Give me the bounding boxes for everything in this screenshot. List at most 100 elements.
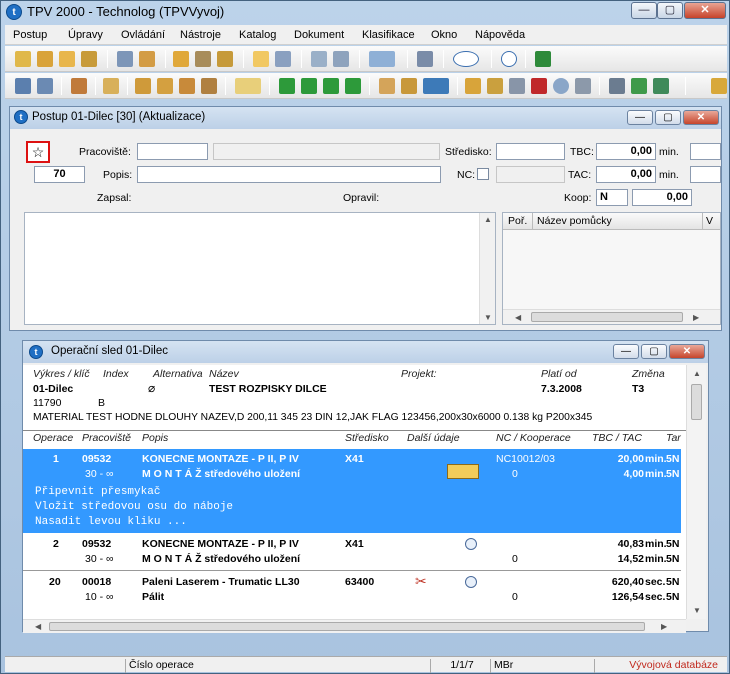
menu-upravy[interactable]: Úpravy xyxy=(68,29,103,41)
print-icon[interactable] xyxy=(333,51,349,67)
tbc-input[interactable]: 0,00 xyxy=(596,143,656,160)
scroll-up-icon[interactable]: ▲ xyxy=(693,369,701,378)
catalog-icon[interactable] xyxy=(15,51,31,67)
edit-icon[interactable] xyxy=(15,78,31,94)
help-icon[interactable] xyxy=(501,51,517,67)
ops3-icon[interactable] xyxy=(179,78,195,94)
scroll-left-icon[interactable]: ◀ xyxy=(35,622,41,631)
opsled-vscrollbar[interactable]: ▲ ▼ xyxy=(686,365,706,619)
table-icon[interactable] xyxy=(509,78,525,94)
col-stredisko[interactable]: Středisko xyxy=(345,432,389,444)
tools-icon[interactable] xyxy=(217,51,233,67)
box-icon[interactable] xyxy=(173,51,189,67)
tools-cross-icon[interactable]: ✂ xyxy=(415,573,427,590)
pracoviste-input[interactable] xyxy=(137,143,208,160)
machine-params-icon[interactable] xyxy=(447,464,479,479)
find-icon[interactable] xyxy=(609,78,625,94)
note-scroll-down-icon[interactable]: ▼ xyxy=(484,313,492,322)
tools-scroll-left-icon[interactable]: ◀ xyxy=(515,313,521,322)
clock-icon[interactable] xyxy=(465,538,477,550)
hscroll-thumb[interactable] xyxy=(49,622,645,631)
tools-hscrollbar[interactable]: ◀ ▶ xyxy=(503,309,720,324)
folder-icon[interactable] xyxy=(253,51,269,67)
exit-icon[interactable] xyxy=(535,51,551,67)
grid-icon[interactable] xyxy=(275,51,291,67)
tree2-icon[interactable] xyxy=(653,78,669,94)
menu-dokument[interactable]: Dokument xyxy=(294,29,344,41)
close-button[interactable]: ✕ xyxy=(684,2,726,19)
next-icon[interactable] xyxy=(323,78,339,94)
clock-icon[interactable] xyxy=(553,78,569,94)
books-icon[interactable] xyxy=(139,51,155,67)
calc-icon[interactable] xyxy=(575,78,591,94)
machine-icon[interactable] xyxy=(401,78,417,94)
menu-nastroje[interactable]: Nástroje xyxy=(180,29,221,41)
popis-input[interactable] xyxy=(137,166,441,183)
note-icon[interactable] xyxy=(235,78,261,94)
ops-icon[interactable] xyxy=(135,78,151,94)
tools-scroll-right-icon[interactable]: ▶ xyxy=(693,313,699,322)
clock-icon[interactable] xyxy=(465,576,477,588)
tools-scroll-thumb[interactable] xyxy=(531,312,683,322)
col-dalsi-udaje[interactable]: Další údaje xyxy=(407,432,460,444)
tac-input[interactable]: 0,00 xyxy=(596,166,656,183)
col-pracoviste[interactable]: Pracoviště xyxy=(82,432,131,444)
menu-ovladani[interactable]: Ovládání xyxy=(121,29,165,41)
check-icon[interactable] xyxy=(531,78,547,94)
extra-icon[interactable] xyxy=(711,78,727,94)
opsled-minimize-button[interactable]: — xyxy=(613,344,639,359)
katalog-k-icon[interactable] xyxy=(453,51,479,67)
stack-icon[interactable] xyxy=(195,51,211,67)
seq-number-input[interactable]: 70 xyxy=(34,166,85,183)
stamp-icon[interactable] xyxy=(71,78,87,94)
col-nc-kooperace[interactable]: NC / Kooperace xyxy=(496,432,571,444)
koop-value-input[interactable]: 0,00 xyxy=(632,189,692,206)
col-tar[interactable]: Tar xyxy=(666,432,681,444)
col-operace[interactable]: Operace xyxy=(33,432,73,444)
layout-icon[interactable] xyxy=(369,51,395,67)
table-row[interactable]: 1 09532 30 - ∞ KONECNE MONTAZE - P II, P… xyxy=(23,449,681,533)
catalog2-icon[interactable] xyxy=(37,51,53,67)
box2-icon[interactable] xyxy=(465,78,481,94)
opsled-close-button[interactable]: ✕ xyxy=(669,344,705,359)
maximize-button[interactable]: ▢ xyxy=(657,2,683,19)
koop-input[interactable]: N xyxy=(596,189,628,206)
table-row[interactable]: 2 09532 30 - ∞ KONECNE MONTAZE - P II, P… xyxy=(23,535,681,571)
attachment-icon[interactable]: ⌀ xyxy=(148,381,155,395)
postup-maximize-button[interactable]: ▢ xyxy=(655,110,681,125)
stredisko-input[interactable] xyxy=(496,143,565,160)
save-icon[interactable] xyxy=(37,78,53,94)
last-icon[interactable] xyxy=(345,78,361,94)
col-tbc-tac[interactable]: TBC / TAC xyxy=(592,432,642,444)
tree-icon[interactable] xyxy=(631,78,647,94)
import-icon[interactable] xyxy=(103,78,119,94)
menu-katalog[interactable]: Katalog xyxy=(239,29,276,41)
vscroll-thumb[interactable] xyxy=(691,384,702,420)
menu-napoveda[interactable]: Nápověda xyxy=(475,29,525,41)
scroll-down-icon[interactable]: ▼ xyxy=(693,606,701,615)
menu-okno[interactable]: Okno xyxy=(431,29,457,41)
prev-icon[interactable] xyxy=(301,78,317,94)
minimize-button[interactable]: — xyxy=(631,2,657,19)
catalog3-icon[interactable] xyxy=(59,51,75,67)
note-scroll-up-icon[interactable]: ▲ xyxy=(484,215,492,224)
menu-postup[interactable]: Postup xyxy=(13,29,47,41)
document-icon[interactable] xyxy=(117,51,133,67)
tools-col-por[interactable]: Poř. xyxy=(508,215,527,227)
tools-col-nazev[interactable]: Název pomůcky xyxy=(537,215,612,227)
postup-close-button[interactable]: ✕ xyxy=(683,110,719,125)
list-icon[interactable] xyxy=(487,78,503,94)
favorite-star-icon[interactable]: ☆ xyxy=(26,141,50,163)
settings-icon[interactable] xyxy=(417,51,433,67)
preview-icon[interactable] xyxy=(311,51,327,67)
pause-icon[interactable] xyxy=(423,78,449,94)
col-popis[interactable]: Popis xyxy=(142,432,168,444)
nc-checkbox[interactable] xyxy=(477,168,489,180)
opsled-maximize-button[interactable]: ▢ xyxy=(641,344,667,359)
note-scrollbar[interactable]: ▲ ▼ xyxy=(479,213,495,324)
refresh-icon[interactable] xyxy=(201,78,217,94)
postup-minimize-button[interactable]: — xyxy=(627,110,653,125)
ops2-icon[interactable] xyxy=(157,78,173,94)
first-icon[interactable] xyxy=(279,78,295,94)
opsled-hscrollbar[interactable]: ◀ ▶ xyxy=(23,619,686,633)
